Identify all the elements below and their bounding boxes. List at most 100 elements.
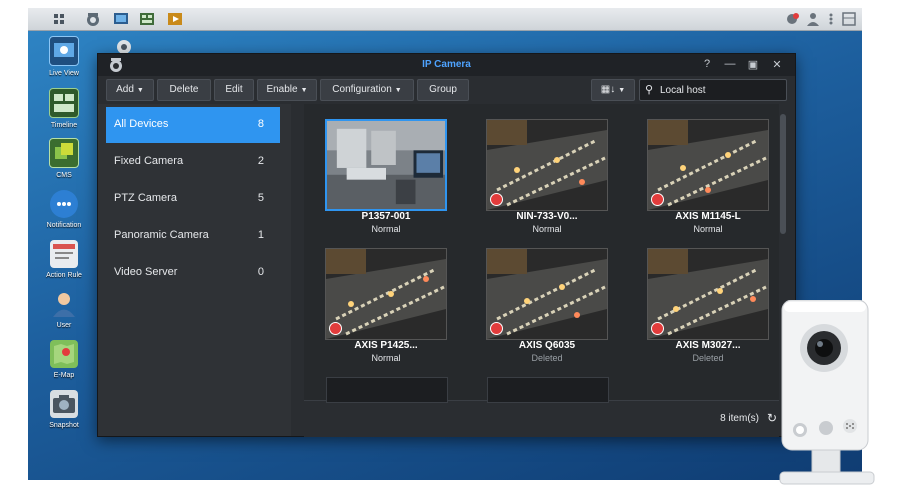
sidebar-item-label: Video Server <box>114 266 178 278</box>
maximize-button[interactable]: ▣ <box>746 58 760 71</box>
camera-thumbnail <box>325 248 447 340</box>
sidebar-item-label: All Devices <box>114 118 169 130</box>
enable-button[interactable]: Enable ▼ <box>257 79 317 101</box>
sidebar-item-video-server[interactable]: Video Server 0 <box>106 255 280 291</box>
refresh-icon[interactable]: ↻ <box>767 411 777 425</box>
widgets-taskbar-icon[interactable] <box>840 10 858 28</box>
camera-name: AXIS M1145-L <box>675 211 741 222</box>
sidebar-item-fixed-camera[interactable]: Fixed Camera 2 <box>106 144 280 180</box>
notification-taskbar-icon[interactable] <box>784 10 802 28</box>
notification-icon <box>50 190 78 218</box>
camera-placeholder-card[interactable] <box>326 377 448 403</box>
desktop-icon-snapshot[interactable]: Snapshot <box>46 390 82 429</box>
enable-label: Enable <box>266 84 298 95</box>
configuration-button[interactable]: Configuration ▼ <box>320 79 414 101</box>
desktop-icon-label: Notification <box>46 222 82 229</box>
sidebar-item-all-devices[interactable]: All Devices 8 <box>106 107 280 143</box>
taskbar <box>28 8 862 31</box>
grid-sort-icon: ▦↓ <box>600 84 616 95</box>
surveillance-app-icon[interactable] <box>84 10 102 28</box>
desktop-icon-action-rule[interactable]: Action Rule <box>46 240 82 279</box>
desktop-icon-timeline[interactable]: Timeline <box>46 88 82 129</box>
recording-indicator-icon <box>490 193 503 206</box>
delete-button[interactable]: Delete <box>157 79 211 101</box>
desktop-icon-emap[interactable]: E-Map <box>46 340 82 379</box>
camera-grid: P1357-001 Normal NIN-733-V0... Normal AX… <box>304 104 779 400</box>
ip-camera-window: IP Camera ? — ▣ ✕ Add ▼ Delete Edit Enabl… <box>97 53 796 437</box>
sidebar-item-count: 0 <box>257 266 264 278</box>
camera-status: Deleted <box>531 353 563 363</box>
chevron-down-icon: ▼ <box>136 87 144 94</box>
search-input[interactable] <box>660 80 780 100</box>
desktop-icon-cms[interactable]: CMS <box>46 138 82 179</box>
camera-thumbnail <box>325 119 447 211</box>
desktop-icon-label: Snapshot <box>49 422 79 429</box>
timeline-taskbar-icon[interactable] <box>138 10 156 28</box>
cms-icon <box>49 138 79 168</box>
user-taskbar-icon[interactable] <box>804 10 822 28</box>
search-box[interactable]: ⚲ <box>639 79 787 101</box>
view-sort-button[interactable]: ▦↓ ▼ <box>591 79 635 101</box>
camera-status: Normal <box>693 224 723 234</box>
desktop-icon-label: Timeline <box>50 122 78 129</box>
group-button[interactable]: Group <box>417 79 469 101</box>
desktop-icon-label: Live View <box>49 70 79 77</box>
sidebar-item-panoramic-camera[interactable]: Panoramic Camera 1 <box>106 218 280 254</box>
camera-status: Deleted <box>692 353 724 363</box>
main-menu-icon[interactable] <box>50 10 68 28</box>
configuration-label: Configuration <box>332 84 392 95</box>
desktop-icon-label: CMS <box>56 172 72 179</box>
camera-name: NIN-733-V0... <box>516 211 578 222</box>
add-label: Add <box>116 84 134 95</box>
snapshot-icon <box>50 390 78 418</box>
emap-icon <box>50 340 78 368</box>
desktop-icon-live-view[interactable]: Live View <box>46 36 82 77</box>
chevron-down-icon: ▼ <box>300 87 308 94</box>
user-icon <box>50 290 78 318</box>
desktop-icon-label: User <box>56 322 72 329</box>
camera-placeholder-card[interactable] <box>487 377 609 403</box>
desktop-icon-user[interactable]: User <box>46 290 82 329</box>
desktop-icon-notification[interactable]: Notification <box>46 190 82 229</box>
grid-footer: 8 item(s) ↻ <box>304 400 779 437</box>
camera-name: AXIS M3027... <box>675 340 741 351</box>
chevron-down-icon: ▼ <box>394 87 402 94</box>
minimize-button[interactable]: — <box>723 58 737 70</box>
webcam-product-image <box>778 299 878 490</box>
camera-thumbnail <box>647 119 769 211</box>
recording-taskbar-icon[interactable] <box>166 10 184 28</box>
recording-indicator-icon <box>651 322 664 335</box>
desktop-icon-label: E-Map <box>53 372 75 379</box>
sidebar-item-label: Fixed Camera <box>114 155 184 167</box>
camera-status: Normal <box>532 224 562 234</box>
edit-button[interactable]: Edit <box>214 79 254 101</box>
close-button[interactable]: ✕ <box>770 58 784 71</box>
sidebar-item-count: 5 <box>257 192 264 204</box>
chevron-down-icon: ▼ <box>618 87 626 94</box>
window-titlebar[interactable]: IP Camera ? — ▣ ✕ <box>98 54 795 76</box>
window-title: IP Camera <box>422 59 471 70</box>
camera-name: P1357-001 <box>361 211 411 222</box>
options-taskbar-icon[interactable] <box>822 10 840 28</box>
camera-thumbnail <box>647 248 769 340</box>
help-button[interactable]: ? <box>700 58 714 70</box>
camera-status: Normal <box>371 353 401 363</box>
scrollbar-thumb[interactable] <box>780 114 786 234</box>
camera-name: AXIS P1425... <box>354 340 418 351</box>
live-view-taskbar-icon[interactable] <box>112 10 130 28</box>
item-count: 8 item(s) <box>720 413 759 424</box>
camera-thumbnail <box>486 248 608 340</box>
search-icon: ⚲ <box>645 84 654 96</box>
add-button[interactable]: Add ▼ <box>106 79 154 101</box>
toolbar: Add ▼ Delete Edit Enable ▼ Configuration ▼ … <box>98 76 795 104</box>
sidebar-item-count: 1 <box>257 229 264 241</box>
timeline-icon <box>49 88 79 118</box>
camera-status: Normal <box>371 224 401 234</box>
action-rule-icon <box>50 240 78 268</box>
sidebar-item-ptz-camera[interactable]: PTZ Camera 5 <box>106 181 280 217</box>
camera-name: AXIS Q6035 <box>518 340 576 351</box>
recording-indicator-icon <box>490 322 503 335</box>
sidebar-item-label: Panoramic Camera <box>114 229 209 241</box>
sidebar-item-label: PTZ Camera <box>114 192 177 204</box>
recording-indicator-icon <box>329 322 342 335</box>
